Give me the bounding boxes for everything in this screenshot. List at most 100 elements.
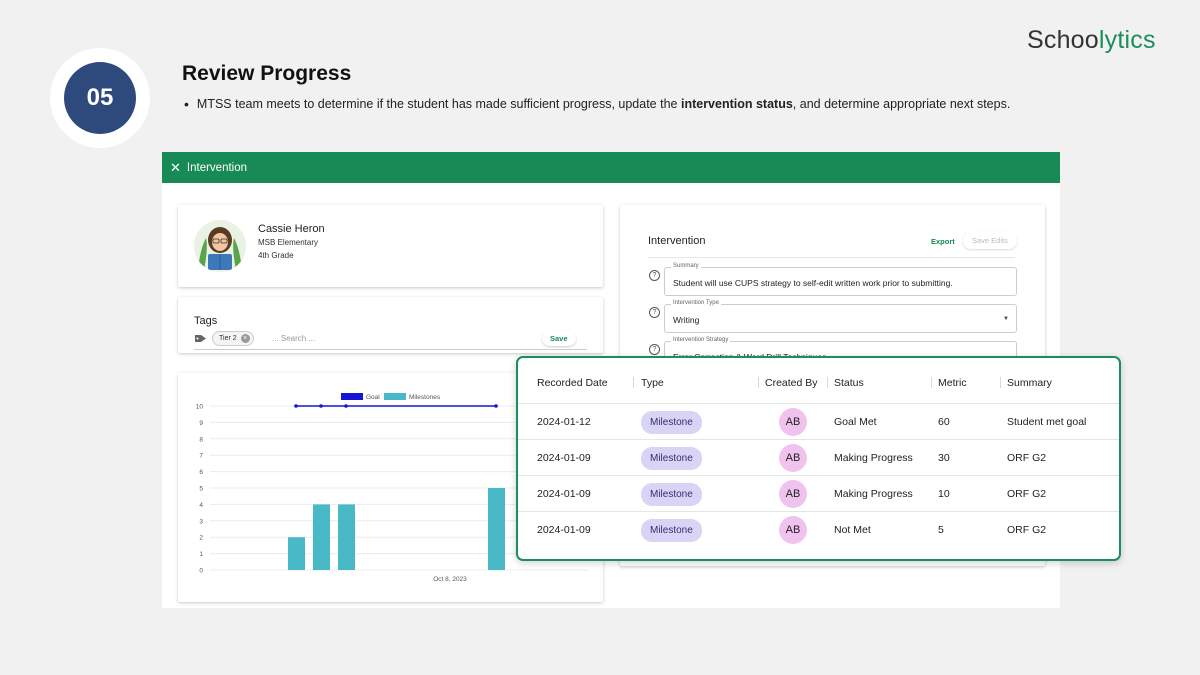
bullet-dot: • xyxy=(184,96,189,112)
type-badge: Milestone xyxy=(641,447,702,470)
help-icon[interactable]: ? xyxy=(649,344,660,355)
field-label: Intervention Strategy xyxy=(671,337,731,343)
y-tick-label: 2 xyxy=(199,535,203,542)
milestone-bar xyxy=(288,537,305,570)
legend-swatch-milestones xyxy=(384,393,406,400)
summary-cell: ORF G2 xyxy=(1007,452,1047,464)
save-edits-button[interactable]: Save Edits xyxy=(963,232,1017,249)
close-icon[interactable]: ✕ xyxy=(170,160,181,176)
table-row[interactable]: 2024-01-09 Milestone AB Not Met 5 ORF G2 xyxy=(518,511,1119,547)
tag-search-input[interactable]: ... Search ... xyxy=(272,334,315,343)
tag-chip-label: Tier 2 xyxy=(219,335,237,342)
y-tick-label: 4 xyxy=(199,502,203,509)
type-badge: Milestone xyxy=(641,483,702,506)
legend-swatch-goal xyxy=(341,393,363,400)
date-cell: 2024-01-12 xyxy=(537,416,591,428)
student-school: MSB Elementary xyxy=(258,238,319,247)
metric-cell: 30 xyxy=(938,452,950,464)
goal-point xyxy=(494,404,498,408)
field-label: Intervention Type xyxy=(671,300,721,306)
page-title: Review Progress xyxy=(182,62,352,85)
table-row[interactable]: 2024-01-12 Milestone AB Goal Met 60 Stud… xyxy=(518,403,1119,439)
goal-point xyxy=(294,404,298,408)
panel-header: ✕ Intervention xyxy=(162,152,1060,183)
x-tick-label: Oct 8, 2023 xyxy=(433,576,467,583)
y-tick-label: 3 xyxy=(199,518,203,525)
intervention-type-select[interactable]: Intervention Type Writing ▼ xyxy=(664,300,1017,333)
column-header[interactable]: Type xyxy=(641,377,664,389)
column-header[interactable]: Metric xyxy=(938,377,967,389)
intervention-title: Intervention xyxy=(648,235,706,247)
y-tick-label: 5 xyxy=(199,486,203,493)
column-divider xyxy=(1000,377,1001,388)
avatar: AB xyxy=(779,516,807,544)
column-divider xyxy=(633,377,634,388)
summary-cell: ORF G2 xyxy=(1007,524,1047,536)
column-header[interactable]: Summary xyxy=(1007,377,1052,389)
avatar: AB xyxy=(779,480,807,508)
divider xyxy=(648,257,1015,258)
column-divider xyxy=(931,377,932,388)
field-label: Summary xyxy=(671,263,701,269)
tag-input-underline xyxy=(194,349,587,350)
column-header[interactable]: Created By xyxy=(765,377,818,389)
legend-label-milestones: Milestones xyxy=(409,394,441,401)
tags-title: Tags xyxy=(194,315,218,327)
column-divider xyxy=(758,377,759,388)
student-grade: 4th Grade xyxy=(258,251,294,260)
milestone-bar xyxy=(313,504,330,570)
metric-cell: 60 xyxy=(938,416,950,428)
avatar: AB xyxy=(779,444,807,472)
date-cell: 2024-01-09 xyxy=(537,524,591,536)
metric-cell: 10 xyxy=(938,488,950,500)
y-tick-label: 1 xyxy=(199,551,203,558)
field-value: Student will use CUPS strategy to self-e… xyxy=(673,278,953,288)
summary-cell: Student met goal xyxy=(1007,416,1087,428)
progress-table: Recorded Date Type Created By Status Met… xyxy=(516,356,1121,561)
help-icon[interactable]: ? xyxy=(649,307,660,318)
step-badge: 05 xyxy=(50,48,150,148)
help-icon[interactable]: ? xyxy=(649,270,660,281)
type-badge: Milestone xyxy=(641,519,702,542)
status-cell: Making Progress xyxy=(834,452,913,464)
y-tick-label: 8 xyxy=(199,436,203,443)
status-cell: Not Met xyxy=(834,524,871,536)
tag-icon xyxy=(195,335,206,342)
y-tick-label: 9 xyxy=(199,420,203,427)
milestone-bar xyxy=(338,504,355,570)
brand-logo: Schoolytics xyxy=(1027,26,1156,54)
column-header[interactable]: Status xyxy=(834,377,864,389)
y-tick-label: 6 xyxy=(199,469,203,476)
tag-chip[interactable]: Tier 2 × xyxy=(212,331,254,346)
type-badge: Milestone xyxy=(641,411,702,434)
field-value: Writing xyxy=(673,315,700,325)
metric-cell: 5 xyxy=(938,524,944,536)
description-bullet: • MTSS team meets to determine if the st… xyxy=(184,97,1010,111)
chevron-down-icon: ▼ xyxy=(1003,316,1009,322)
y-tick-label: 7 xyxy=(199,453,203,460)
save-tags-button[interactable]: Save xyxy=(542,331,576,346)
column-header[interactable]: Recorded Date xyxy=(537,377,608,389)
status-cell: Making Progress xyxy=(834,488,913,500)
tags-card: Tags Tier 2 × ... Search ... Save xyxy=(178,297,603,353)
y-tick-label: 10 xyxy=(196,404,204,411)
summary-cell: ORF G2 xyxy=(1007,488,1047,500)
status-cell: Goal Met xyxy=(834,416,877,428)
legend-label-goal: Goal xyxy=(366,394,380,401)
milestone-bar xyxy=(488,488,505,570)
student-card: Cassie Heron MSB Elementary 4th Grade xyxy=(178,205,603,287)
avatar xyxy=(194,220,246,272)
export-button[interactable]: Export xyxy=(931,237,955,246)
panel-title: Intervention xyxy=(186,161,248,174)
goal-point xyxy=(319,404,323,408)
table-row[interactable]: 2024-01-09 Milestone AB Making Progress … xyxy=(518,439,1119,475)
remove-tag-icon[interactable]: × xyxy=(240,334,250,343)
summary-field[interactable]: Summary Student will use CUPS strategy t… xyxy=(664,263,1017,296)
date-cell: 2024-01-09 xyxy=(537,488,591,500)
table-row[interactable]: 2024-01-09 Milestone AB Making Progress … xyxy=(518,475,1119,511)
date-cell: 2024-01-09 xyxy=(537,452,591,464)
y-tick-label: 0 xyxy=(199,568,203,575)
column-divider xyxy=(827,377,828,388)
step-number: 05 xyxy=(64,62,136,134)
student-name: Cassie Heron xyxy=(258,223,325,235)
